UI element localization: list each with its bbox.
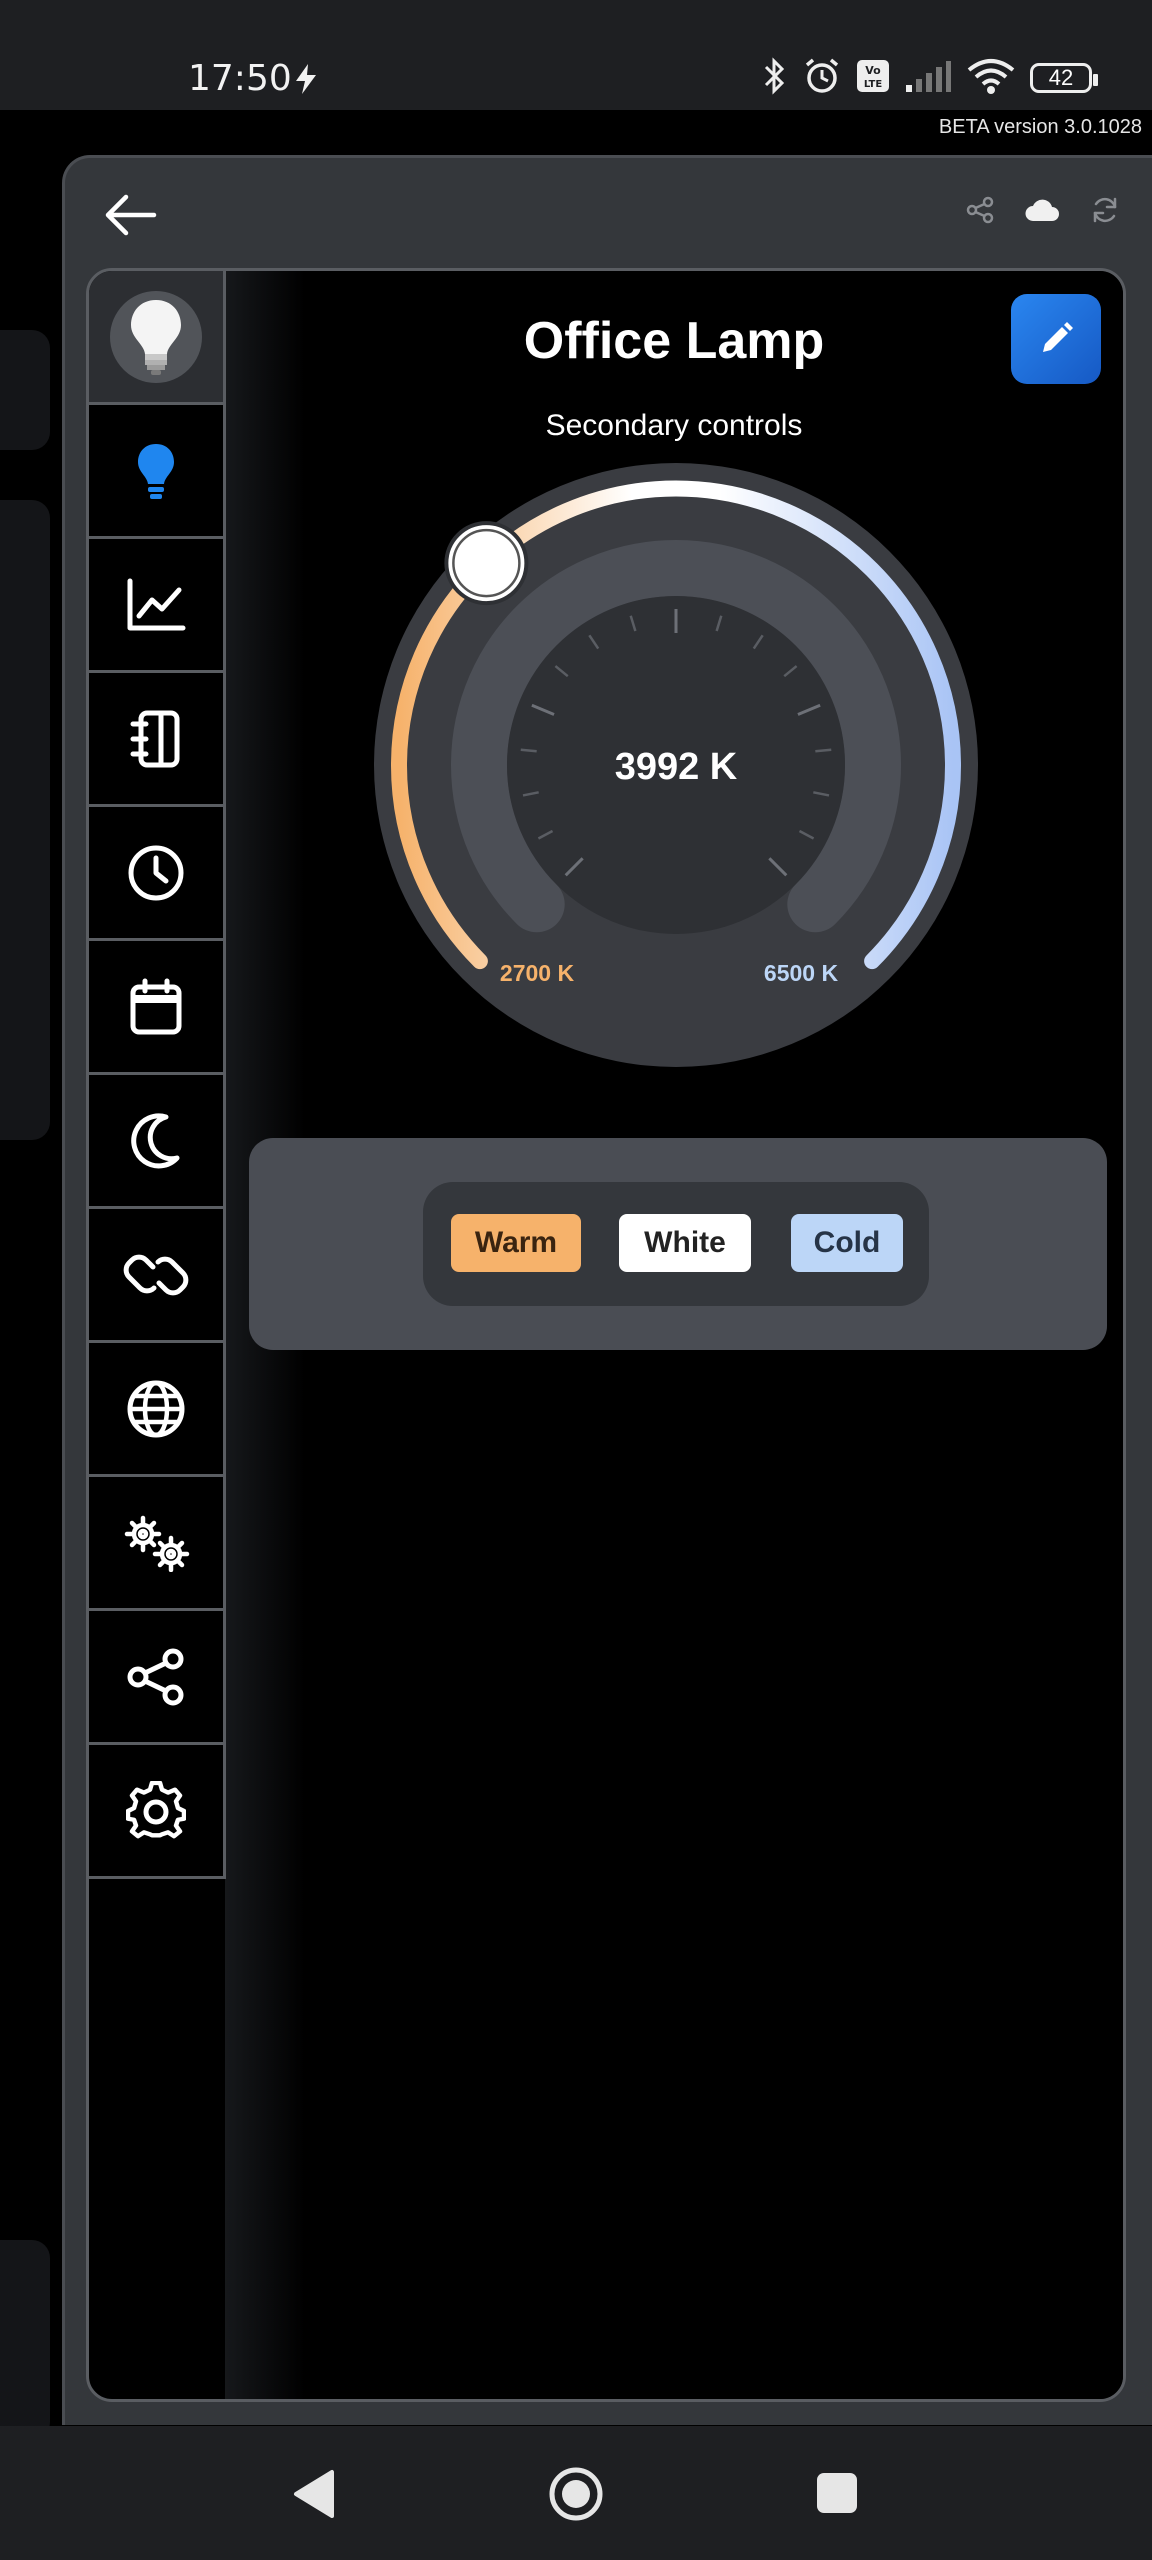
dial-tick: [815, 748, 832, 753]
sidebar-item-timers[interactable]: [89, 807, 226, 941]
preset-cold-button[interactable]: Cold: [791, 1214, 903, 1272]
preset-warm-button[interactable]: Warm: [451, 1214, 581, 1272]
calendar-icon: [130, 978, 182, 1034]
background-card: [0, 500, 50, 1140]
background-card: [0, 330, 50, 450]
nav-home-button[interactable]: [548, 2466, 604, 2527]
device-avatar: [110, 290, 202, 383]
sidebar-item-links[interactable]: [89, 1209, 226, 1343]
signal-icon: [904, 58, 952, 99]
bulb-icon: [138, 443, 174, 499]
color-temperature-dial[interactable]: 3992 K 2700 K 6500 K: [225, 271, 1126, 1091]
charging-icon: [292, 62, 320, 101]
sidebar-item-night-mode[interactable]: [89, 1075, 226, 1209]
battery-indicator: 42: [1030, 63, 1098, 93]
share-icon: [127, 1648, 184, 1705]
clock-icon: [128, 845, 184, 900]
volte-icon: Vo LTE: [856, 58, 890, 99]
nav-back-button[interactable]: [290, 2468, 338, 2525]
chart-icon: [127, 578, 186, 630]
refresh-icon[interactable]: [1090, 195, 1120, 230]
device-content: Office Lamp Secondary controls 3992 K 27…: [225, 271, 1123, 2399]
cloud-icon[interactable]: [1024, 197, 1060, 228]
moon-icon: [131, 1112, 180, 1168]
status-time: 17:50: [188, 58, 292, 99]
sidebar-item-statistics[interactable]: [89, 539, 226, 673]
back-button[interactable]: [100, 185, 160, 245]
gears-icon: [124, 1515, 190, 1572]
home-circle-icon: [549, 2467, 603, 2521]
link-icon: [123, 1254, 189, 1295]
device-sidebar: [89, 271, 226, 1879]
lightbulb-icon: [131, 299, 181, 375]
device-panel: Office Lamp Secondary controls 3992 K 27…: [86, 268, 1126, 2402]
preset-buttons-group: Warm White Cold: [423, 1182, 929, 1306]
sidebar-item-log[interactable]: [89, 673, 226, 807]
max-temperature-label: 6500 K: [764, 960, 839, 986]
presets-card: Warm White Cold: [249, 1138, 1107, 1350]
triangle-back-icon: [294, 2470, 334, 2518]
sidebar-item-device[interactable]: [89, 271, 226, 405]
wifi-icon: [966, 56, 1016, 101]
window-toolbar: [966, 195, 1120, 230]
sidebar-item-advanced[interactable]: [89, 1477, 226, 1611]
system-navigation-bar: [0, 2426, 1152, 2560]
arrow-left-icon: [105, 194, 157, 236]
sidebar-item-schedule[interactable]: [89, 941, 226, 1075]
share-icon[interactable]: [966, 196, 994, 229]
background-card: [0, 2240, 50, 2440]
notebook-icon: [130, 710, 180, 767]
sidebar-item-settings[interactable]: [89, 1745, 226, 1879]
dial-tick: [520, 748, 537, 753]
square-recents-icon: [817, 2473, 857, 2513]
status-bar: 17:50 Vo LTE 42: [0, 0, 1152, 110]
min-temperature-label: 2700 K: [500, 960, 575, 986]
alarm-icon: [802, 56, 842, 101]
svg-text:Vo: Vo: [865, 64, 881, 77]
sidebar-item-cloud[interactable]: [89, 1343, 226, 1477]
preset-white-button[interactable]: White: [619, 1214, 751, 1272]
globe-icon: [127, 1380, 185, 1437]
nav-recents-button[interactable]: [814, 2470, 860, 2521]
settings-icon: [126, 1780, 186, 1838]
sidebar-item-sharing[interactable]: [89, 1611, 226, 1745]
dial-knob[interactable]: [444, 521, 529, 606]
color-temperature-value: 3992 K: [615, 746, 738, 788]
bluetooth-icon: [762, 56, 788, 101]
battery-level: 42: [1048, 65, 1074, 90]
beta-version-label: BETA version 3.0.1028: [938, 116, 1142, 138]
svg-text:LTE: LTE: [864, 79, 883, 90]
sidebar-item-light[interactable]: [89, 405, 226, 539]
